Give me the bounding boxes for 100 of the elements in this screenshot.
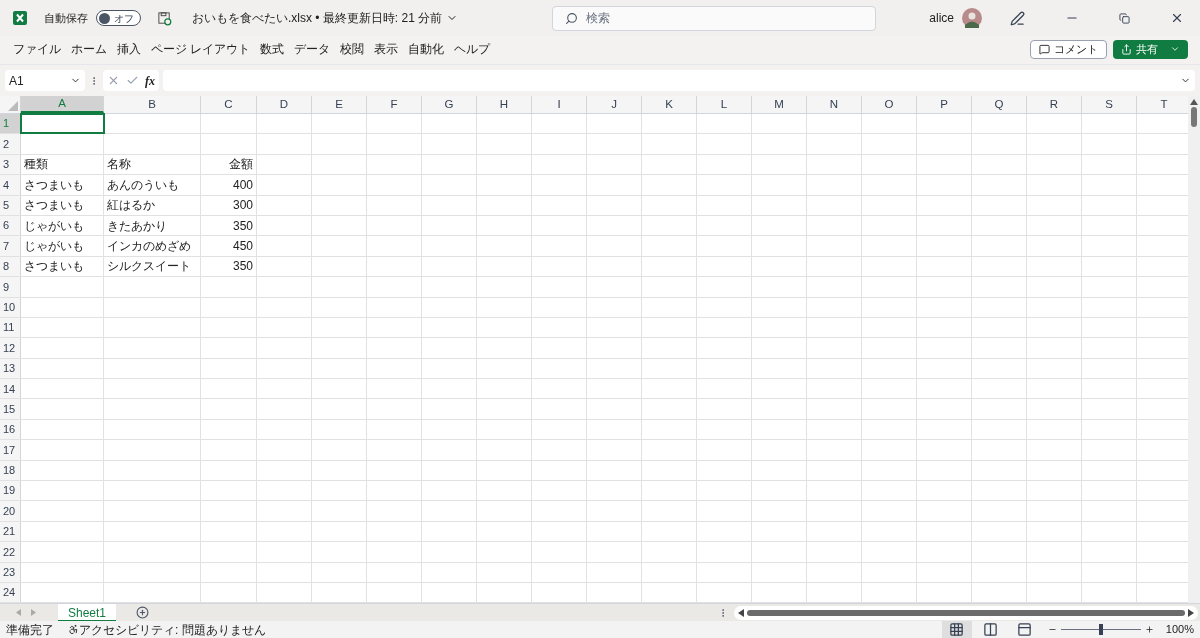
pen-icon[interactable] [1010, 10, 1025, 26]
page-break-icon [1017, 622, 1033, 637]
row-header[interactable]: 1 [0, 114, 21, 134]
function-button[interactable]: fx [145, 71, 155, 90]
search-input[interactable]: 検索 [586, 9, 864, 27]
column-header[interactable]: H [477, 96, 532, 113]
row-header[interactable]: 9 [0, 277, 21, 297]
menu-tab[interactable]: ファイル [8, 38, 66, 60]
cell: じゃがいも [21, 215, 104, 236]
column-header[interactable]: N [807, 96, 862, 113]
view-button[interactable] [941, 621, 972, 638]
column-header[interactable]: Q [972, 96, 1027, 113]
comment-icon [1039, 43, 1050, 55]
share-icon [1121, 43, 1132, 55]
row-header[interactable]: 17 [0, 440, 21, 460]
menu-tab[interactable]: 表示 [369, 38, 404, 60]
column-header[interactable]: B [104, 96, 201, 113]
column-header[interactable]: R [1027, 96, 1082, 113]
accessibility-icon [68, 624, 79, 635]
save-icon[interactable] [157, 10, 172, 26]
column-header[interactable]: P [917, 96, 972, 113]
row-header[interactable]: 12 [0, 338, 21, 358]
cancel-icon[interactable] [107, 74, 120, 87]
check-icon[interactable] [126, 74, 139, 87]
page-icon [983, 622, 999, 637]
menu-tab[interactable]: 自動化 [403, 38, 450, 60]
vertical-scrollbar[interactable] [1188, 96, 1200, 603]
column-header[interactable]: J [587, 96, 642, 113]
corner-triangle-icon [8, 101, 18, 111]
formula-field[interactable] [163, 70, 1195, 91]
menu-tab[interactable]: データ [289, 38, 336, 60]
cell: 種類 [21, 154, 104, 175]
cell: さつまいも [21, 195, 104, 215]
comment-button[interactable]: コメント [1030, 39, 1107, 59]
column-header[interactable]: I [532, 96, 587, 113]
cell: 300 [201, 195, 257, 215]
column-header[interactable]: O [862, 96, 917, 113]
status-text: 準備完了 [6, 621, 54, 638]
share-button[interactable]: 共有 [1113, 39, 1188, 59]
column-header[interactable]: C [201, 96, 257, 113]
scrollbar-thumb[interactable] [747, 609, 1185, 616]
menu-tab[interactable]: ページ レイアウト [146, 38, 256, 60]
cell: 450 [201, 236, 257, 256]
menu-tab[interactable]: 挿入 [112, 38, 146, 60]
menu-tab[interactable]: 数式 [255, 38, 290, 60]
accessibility-status[interactable]: アクセシビリティ: 問題ありません [79, 620, 266, 638]
user-name: alice [929, 10, 954, 27]
row-header[interactable]: 14 [0, 379, 21, 399]
add-sheet-icon[interactable] [136, 606, 150, 619]
zoom-in-icon[interactable] [1144, 625, 1154, 634]
search-icon [565, 11, 579, 25]
document-title[interactable]: おいもを食べたい.xlsx • 最終更新日時: 21 分前 [192, 9, 459, 27]
cell: きたあかり [104, 215, 201, 236]
cell: じゃがいも [21, 236, 104, 256]
menu-tab[interactable]: 校閲 [335, 38, 370, 60]
cell: 名称 [104, 154, 201, 175]
scroll-right-icon[interactable] [1188, 608, 1194, 617]
column-header[interactable]: S [1082, 96, 1137, 113]
column-header[interactable]: L [697, 96, 752, 113]
restore-icon[interactable] [1119, 12, 1130, 24]
scroll-up-icon[interactable] [1190, 99, 1198, 105]
column-header[interactable]: M [752, 96, 807, 113]
sheet-tab[interactable]: Sheet1 [58, 603, 117, 622]
close-icon[interactable] [1170, 11, 1184, 25]
chevron-down-icon [1170, 44, 1180, 54]
column-header[interactable]: K [642, 96, 697, 113]
column-header[interactable]: E [312, 96, 367, 113]
menu-tab[interactable]: ヘルプ [449, 38, 496, 60]
autosave-toggle[interactable]: オフ [96, 10, 141, 26]
row-header[interactable]: 20 [0, 501, 21, 521]
search-field[interactable]: 検索 [552, 5, 877, 31]
horizontal-scrollbar[interactable] [734, 605, 1198, 620]
cell: インカのめざめ [104, 236, 201, 256]
avatar[interactable] [962, 8, 982, 28]
column-header[interactable]: G [422, 96, 477, 113]
row-header[interactable]: 7 [0, 236, 21, 256]
column-header[interactable]: F [367, 96, 422, 113]
row-header[interactable]: 15 [0, 399, 21, 419]
spreadsheet-app-icon [12, 10, 28, 26]
cell: 350 [201, 256, 257, 277]
scroll-left-icon[interactable] [738, 608, 744, 617]
cell: シルクスイート [104, 256, 201, 277]
column-header[interactable]: A [21, 96, 104, 113]
menu-tab[interactable]: ホーム [66, 38, 112, 60]
cell: あんのういも [104, 175, 201, 195]
cell: さつまいも [21, 256, 104, 277]
zoom-slider-thumb[interactable] [1098, 624, 1103, 635]
scrollbar-thumb[interactable] [1191, 107, 1197, 127]
cell: 400 [201, 175, 257, 195]
row-header[interactable]: 4 [0, 175, 21, 195]
autosave-label: 自動保存 [44, 10, 88, 26]
name-box[interactable]: A1 [5, 70, 85, 91]
grid-icon [949, 622, 965, 637]
zoom-level[interactable]: 100% [1165, 621, 1194, 638]
column-header[interactable]: D [257, 96, 312, 113]
cell: さつまいも [21, 175, 104, 195]
row-header[interactable]: 2 [0, 134, 21, 154]
cell: 金額 [201, 154, 257, 175]
row-header[interactable]: 19 [0, 481, 21, 501]
row-header[interactable]: 22 [0, 542, 21, 562]
